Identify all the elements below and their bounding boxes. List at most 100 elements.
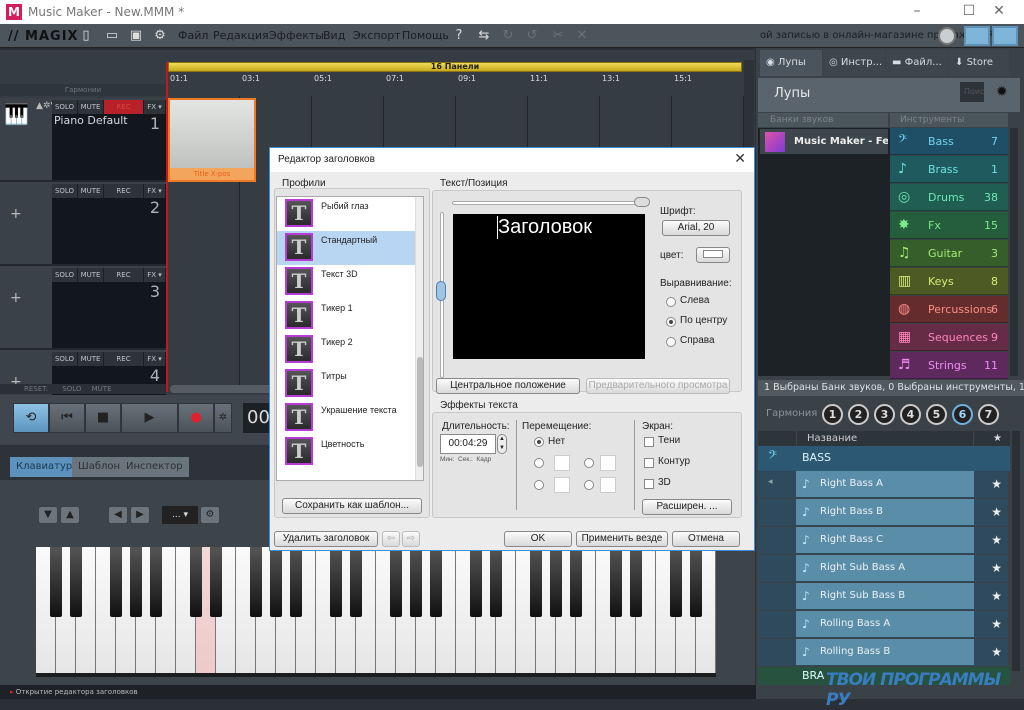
- menu-edit[interactable]: Редакция: [213, 29, 269, 42]
- solo-button[interactable]: SOLO: [52, 184, 78, 198]
- horizontal-slider-handle[interactable]: [634, 197, 650, 207]
- favorite-star-icon[interactable]: ★: [991, 499, 1002, 525]
- advanced-button[interactable]: Расширен. ...: [642, 499, 732, 515]
- solo-button[interactable]: SOLO: [52, 352, 78, 366]
- favorite-star-icon[interactable]: ★: [991, 639, 1002, 665]
- user-avatar-icon[interactable]: [938, 27, 956, 45]
- solo-button[interactable]: SOLO: [52, 268, 78, 282]
- rec-button[interactable]: REC: [104, 352, 144, 366]
- preview-button[interactable]: Предварительного просмотра: [586, 378, 730, 394]
- rec-button[interactable]: REC: [104, 184, 144, 198]
- align-radio[interactable]: [666, 297, 676, 307]
- settings-icon[interactable]: ⚙: [152, 28, 168, 44]
- duration-stepper[interactable]: ▲ ▼: [497, 434, 507, 454]
- menu-help[interactable]: Помощь: [402, 29, 449, 42]
- new-file-icon[interactable]: ▯: [78, 28, 94, 44]
- black-key[interactable]: [410, 547, 422, 617]
- store-promo-text[interactable]: ой записью в онлайн-магазине приложений: [760, 30, 994, 41]
- mute-button[interactable]: MUTE: [78, 352, 104, 366]
- track-name[interactable]: Piano Default: [54, 114, 128, 127]
- add-instrument-button[interactable]: +: [10, 290, 22, 306]
- arrange-range-bar[interactable]: 16 Панели: [168, 62, 742, 72]
- close-window-button[interactable]: ✕: [984, 3, 1014, 19]
- profile-item[interactable]: T Стандартный: [277, 231, 417, 265]
- tab-store[interactable]: ⬇ Store: [949, 50, 1009, 76]
- instrument-item[interactable]: ◎ Drums 38: [890, 184, 1008, 211]
- open-folder-icon[interactable]: ▭: [104, 28, 120, 44]
- ok-button[interactable]: OK: [504, 531, 572, 547]
- title-clip[interactable]: Title X-pos: [168, 98, 256, 182]
- profile-item[interactable]: T Тикер 2: [277, 333, 417, 367]
- menu-view[interactable]: Вид: [323, 29, 345, 42]
- track-row[interactable]: 🎹 ▲✲▼ SOLO MUTE REC FX ▾ 1 Piano Default: [0, 98, 166, 182]
- profile-item[interactable]: T Текст 3D: [277, 265, 417, 299]
- solo-button[interactable]: SOLO: [52, 100, 78, 114]
- screen-checkbox[interactable]: [644, 458, 654, 468]
- profile-item[interactable]: T Украшение текста: [277, 401, 417, 435]
- banks-header[interactable]: Банки звуков: [758, 113, 888, 127]
- scroll-thumb[interactable]: [417, 357, 423, 467]
- rec-button[interactable]: REC: [104, 100, 144, 114]
- movement-radio-2[interactable]: [584, 458, 594, 468]
- menu-file[interactable]: Файл: [178, 29, 208, 42]
- loop-row[interactable]: ♪ Right Bass C ★: [758, 527, 1008, 554]
- movement-none-radio[interactable]: [534, 437, 544, 447]
- column-header-favorite[interactable]: ★: [993, 431, 1002, 446]
- instruments-scrollbar[interactable]: [1010, 128, 1018, 376]
- screen-checkbox[interactable]: [644, 479, 654, 489]
- save-icon[interactable]: ▣: [128, 28, 144, 44]
- instrument-item[interactable]: ♬ Strings 11: [890, 352, 1008, 379]
- maximize-button[interactable]: ☐: [954, 3, 984, 19]
- mute-button[interactable]: MUTE: [78, 100, 104, 114]
- tab-inspector[interactable]: Инспектор: [120, 457, 189, 477]
- black-key[interactable]: [210, 547, 222, 617]
- settings-gear-icon[interactable]: ✹: [996, 84, 1008, 100]
- movement-radio-1[interactable]: [534, 458, 544, 468]
- profile-item[interactable]: T Цветность: [277, 435, 417, 469]
- column-header-name[interactable]: Название: [796, 431, 974, 446]
- play-button[interactable]: ▶: [121, 403, 178, 433]
- black-key[interactable]: [490, 547, 502, 617]
- black-key[interactable]: [690, 547, 702, 617]
- screen-checkbox[interactable]: [644, 437, 654, 447]
- scissors-icon[interactable]: ✂: [550, 28, 566, 44]
- category-row[interactable]: 𝄢 BASS: [758, 446, 1010, 471]
- align-radio[interactable]: [666, 317, 676, 327]
- instrument-item[interactable]: ♫ Guitar 3: [890, 240, 1008, 267]
- menu-export[interactable]: Экспорт: [353, 29, 401, 42]
- profile-item[interactable]: T Тикер 1: [277, 299, 417, 333]
- black-key[interactable]: [610, 547, 622, 617]
- favorite-star-icon[interactable]: ★: [991, 527, 1002, 553]
- duration-input[interactable]: 00:04:29: [440, 434, 496, 454]
- center-position-button[interactable]: Центральное положение: [436, 378, 580, 394]
- black-key[interactable]: [50, 547, 62, 617]
- loop-row[interactable]: ♪ Right Bass B ★: [758, 499, 1008, 526]
- arrow-mode-icon[interactable]: ⇆: [476, 28, 492, 44]
- black-key[interactable]: [70, 547, 82, 617]
- rec-button[interactable]: REC: [104, 268, 144, 282]
- apply-all-button[interactable]: Применить везде: [576, 531, 668, 547]
- preset-dropdown[interactable]: ... ▾: [162, 506, 198, 524]
- movement-radio-4[interactable]: [584, 480, 594, 490]
- black-key[interactable]: [470, 547, 482, 617]
- piano-keyboard[interactable]: [36, 547, 716, 677]
- next-title-button[interactable]: ⇨: [402, 531, 420, 547]
- profile-item[interactable]: T Рыбий глаз: [277, 197, 417, 231]
- track-row[interactable]: + SOLO MUTE REC FX ▾ 2: [0, 182, 166, 266]
- tab-loops[interactable]: ◉ Лупы: [760, 50, 822, 76]
- loop-row[interactable]: ♪ Rolling Bass A ★: [758, 611, 1008, 638]
- black-key[interactable]: [110, 547, 122, 617]
- favorite-star-icon[interactable]: ★: [991, 583, 1002, 609]
- black-key[interactable]: [670, 547, 682, 617]
- help-icon[interactable]: ?: [451, 28, 467, 44]
- black-key[interactable]: [350, 547, 362, 617]
- profiles-scrollbar[interactable]: [415, 197, 423, 480]
- black-key[interactable]: [550, 547, 562, 617]
- next-button[interactable]: ▶: [130, 506, 150, 524]
- black-key[interactable]: [150, 547, 162, 617]
- reset-mute-button[interactable]: MUTE: [92, 385, 112, 393]
- playhead[interactable]: [166, 62, 168, 392]
- instrument-item[interactable]: ▦ Sequences 9: [890, 324, 1008, 351]
- tab-template[interactable]: Шаблон: [72, 457, 127, 477]
- undo-icon[interactable]: ↺: [524, 28, 540, 44]
